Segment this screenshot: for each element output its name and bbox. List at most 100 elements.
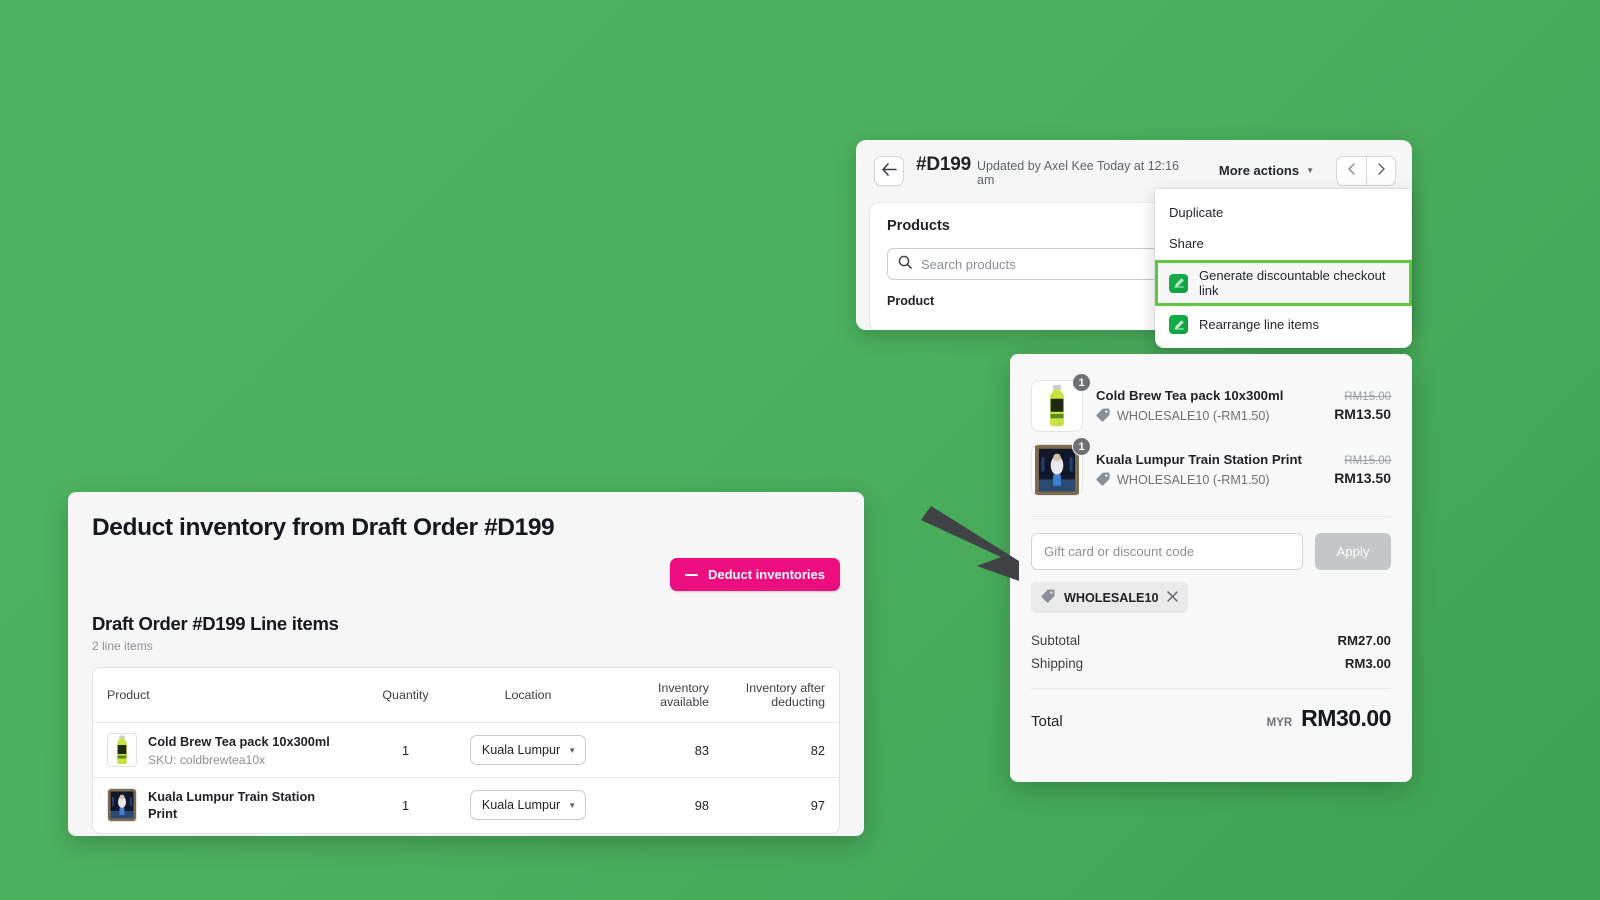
location-select[interactable]: Kuala Lumpur ▼ [469, 735, 587, 765]
cart-item-details: Cold Brew Tea pack 10x300ml WHOLESALE10 … [1096, 388, 1321, 425]
cell-location: Kuala Lumpur ▼ [453, 778, 603, 833]
cell-product: Kuala Lumpur Train Station Print [93, 778, 358, 833]
order-updated-text: Updated by Axel Kee Today at 12:16 am [977, 159, 1180, 187]
pointer-arrow-down-right [915, 503, 1025, 588]
search-icon [898, 255, 912, 274]
cart-item-name: Cold Brew Tea pack 10x300ml [1096, 387, 1284, 403]
column-header-quantity: Quantity [358, 668, 453, 723]
column-header-product: Product [93, 668, 358, 723]
price-tag-icon [1041, 589, 1055, 606]
cart-item-discount-label: WHOLESALE10 (-RM1.50) [1117, 473, 1270, 487]
menu-item-duplicate[interactable]: Duplicate [1155, 197, 1412, 228]
checkout-summary-panel: 1 Cold Brew Tea pack 10x300ml WHOLESALE1… [1010, 354, 1412, 782]
menu-item-label: Share [1169, 236, 1204, 251]
cart-item-discount: WHOLESALE10 (-RM1.50) [1096, 472, 1321, 489]
subtotal-value: RM27.00 [1337, 633, 1391, 648]
header-line-1: Inventory after [745, 681, 825, 695]
totals-section: Subtotal RM27.00 Shipping RM3.00 [1031, 629, 1391, 675]
chevron-down-icon: ▼ [568, 800, 577, 810]
quantity-badge: 1 [1072, 373, 1091, 392]
cart-item-details: Kuala Lumpur Train Station Print WHOLESA… [1096, 452, 1321, 489]
total-row-shipping: Shipping RM3.00 [1031, 652, 1391, 675]
column-header-location: Location [453, 668, 603, 723]
header-line-2: available [660, 695, 709, 709]
next-order-button[interactable] [1366, 155, 1396, 186]
menu-item-share[interactable]: Share [1155, 228, 1412, 259]
discount-code-placeholder: Gift card or discount code [1044, 544, 1195, 559]
more-actions-dropdown: Duplicate Share Generate discountable ch… [1155, 189, 1412, 348]
product-name: Kuala Lumpur Train Station Print [148, 789, 316, 822]
cell-inventory-available: 83 [603, 722, 723, 778]
header-line-2: deducting [771, 695, 825, 709]
cart-item-final-price: RM13.50 [1334, 405, 1391, 422]
discount-code-input[interactable]: Gift card or discount code [1031, 533, 1303, 570]
cart-item-original-price: RM15.00 [1344, 390, 1391, 403]
shipping-value: RM3.00 [1344, 656, 1391, 671]
line-items-heading: Draft Order #D199 Line items [92, 613, 339, 634]
product-sku: SKU: coldbrewtea10x [148, 752, 266, 767]
menu-item-label: Rearrange line items [1199, 317, 1319, 332]
menu-item-generate-discountable-checkout-link[interactable]: Generate discountable checkout link [1155, 260, 1412, 306]
apply-label: Apply [1336, 544, 1370, 559]
cart-thumbnail-wrap: 1 [1031, 437, 1091, 496]
total-row-subtotal: Subtotal RM27.00 [1031, 629, 1391, 652]
line-items-table: Product Quantity Location Inventory avai… [93, 668, 839, 833]
table-header-row: Product Quantity Location Inventory avai… [93, 668, 839, 723]
applied-discount-code: WHOLESALE10 [1064, 590, 1159, 605]
divider [1031, 688, 1391, 689]
deduct-inventories-label: Deduct inventories [707, 567, 825, 582]
deduct-inventories-button[interactable]: Deduct inventories [669, 558, 840, 591]
close-icon[interactable] [1167, 590, 1179, 605]
chevron-left-icon [1348, 163, 1355, 178]
arrow-left-icon [881, 162, 897, 179]
divider [1031, 516, 1391, 517]
cart-thumbnail-wrap: 1 [1031, 373, 1091, 432]
previous-order-button[interactable] [1336, 155, 1366, 186]
product-name: Cold Brew Tea pack 10x300ml [148, 734, 330, 750]
cart-item-pricing: RM15.00 RM13.50 [1334, 455, 1391, 486]
location-select-value: Kuala Lumpur [481, 798, 561, 813]
menu-item-rearrange-line-items[interactable]: Rearrange line items [1155, 307, 1412, 342]
back-button[interactable] [874, 155, 904, 186]
product-thumbnail-print [107, 788, 137, 823]
grand-total-label: Total [1031, 713, 1063, 730]
menu-item-label: Generate discountable checkout link [1199, 268, 1386, 298]
grand-total-row: Total MYR RM30.00 [1031, 705, 1391, 732]
more-actions-label: More actions [1218, 163, 1300, 178]
table-row: Cold Brew Tea pack 10x300ml SKU: coldbre… [93, 722, 839, 778]
cart-item-pricing: RM15.00 RM13.50 [1334, 391, 1391, 422]
apply-discount-button[interactable]: Apply [1315, 533, 1391, 570]
cell-inventory-after: 82 [723, 722, 839, 778]
product-thumbnail-bottle [107, 733, 137, 767]
chevron-down-icon: ▼ [568, 745, 577, 755]
cell-inventory-available: 98 [694, 797, 709, 813]
order-pagination [1336, 155, 1396, 186]
page-title: Deduct inventory from Draft Order #D199 [92, 514, 555, 541]
cart-line-item: 1 Kuala Lumpur Train Station Print WHOLE… [1031, 437, 1391, 502]
chevron-right-icon [1377, 163, 1385, 178]
deduct-inventory-panel: Deduct inventory from Draft Order #D199 … [68, 492, 864, 836]
header-line-1: Inventory [658, 681, 709, 695]
deduct-action-row: Deduct inventories [92, 558, 840, 591]
minus-icon [684, 573, 698, 576]
line-items-count: 2 line items [92, 639, 153, 653]
cart-item-discount-label: WHOLESALE10 (-RM1.50) [1117, 409, 1270, 423]
more-actions-button[interactable]: More actions ▼ [1209, 157, 1324, 184]
quantity-badge: 1 [1072, 437, 1091, 456]
pencil-app-icon [1169, 273, 1188, 293]
discount-code-row: Gift card or discount code Apply [1031, 533, 1391, 570]
line-items-table-card: Product Quantity Location Inventory avai… [92, 667, 840, 834]
applied-discount-chip: WHOLESALE10 [1031, 582, 1189, 613]
cart-item-original-price: RM15.00 [1344, 454, 1391, 467]
currency-code: MYR [1266, 717, 1293, 729]
table-row: Kuala Lumpur Train Station Print 1 Kuala… [93, 778, 839, 833]
menu-item-label: Duplicate [1169, 205, 1224, 220]
cell-inventory-after: 97 [810, 797, 825, 813]
chevron-down-icon: ▼ [1306, 166, 1314, 175]
shipping-label: Shipping [1031, 656, 1084, 671]
cart-line-item: 1 Cold Brew Tea pack 10x300ml WHOLESALE1… [1031, 373, 1391, 438]
subtotal-label: Subtotal [1031, 633, 1081, 648]
location-select[interactable]: Kuala Lumpur ▼ [469, 790, 587, 821]
order-id: #D199 [916, 154, 971, 175]
price-tag-icon [1096, 472, 1110, 489]
